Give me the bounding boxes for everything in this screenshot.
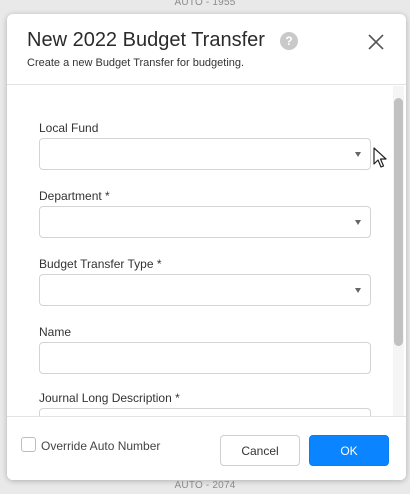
override-auto-number-checkbox[interactable] (21, 437, 36, 452)
journal-long-description-input[interactable] (39, 408, 371, 416)
dialog-body: Local Fund Department * Budget Transfer … (7, 86, 406, 416)
dialog-title: New 2022 Budget Transfer (27, 29, 265, 51)
journal-long-description-label: Journal Long Description * (39, 391, 180, 405)
dialog-footer: Override Auto Number Cancel OK (7, 416, 406, 480)
budget-transfer-type-select[interactable] (39, 274, 371, 306)
local-fund-select[interactable] (39, 138, 371, 170)
scrollbar-thumb[interactable] (394, 98, 403, 346)
department-select[interactable] (39, 206, 371, 238)
background-record-label-top: AUTO - 1955 (174, 0, 236, 8)
budget-transfer-type-label: Budget Transfer Type * (39, 257, 162, 271)
mouse-pointer-icon (373, 147, 387, 168)
help-icon[interactable]: ? (280, 32, 298, 50)
name-input[interactable] (39, 342, 371, 374)
name-label: Name (39, 325, 72, 339)
dialog-subtitle: Create a new Budget Transfer for budgeti… (27, 57, 245, 69)
close-icon[interactable] (367, 33, 385, 51)
override-auto-number-label[interactable]: Override Auto Number (41, 439, 160, 453)
ok-button[interactable]: OK (309, 435, 389, 466)
budget-transfer-dialog: New 2022 Budget Transfer ? Create a new … (7, 14, 406, 480)
chevron-down-icon (355, 288, 361, 293)
dialog-header: New 2022 Budget Transfer ? Create a new … (7, 14, 406, 85)
chevron-down-icon (355, 220, 361, 225)
background-record-label-bottom: AUTO - 2074 (174, 480, 236, 491)
cancel-button[interactable]: Cancel (220, 435, 300, 466)
local-fund-label: Local Fund (39, 121, 99, 135)
department-label: Department * (39, 189, 110, 203)
chevron-down-icon (355, 152, 361, 157)
